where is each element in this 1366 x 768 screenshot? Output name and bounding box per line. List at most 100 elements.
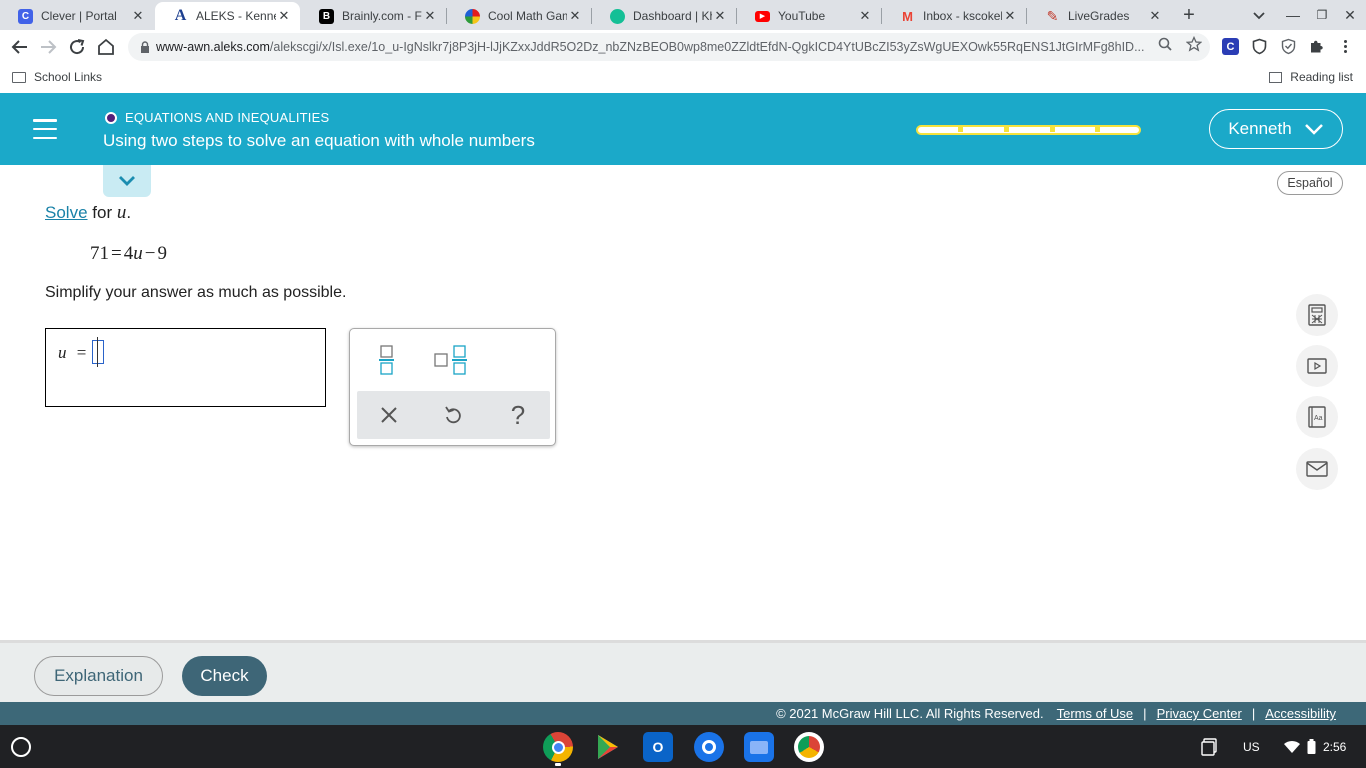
play-store-icon[interactable] xyxy=(593,732,623,762)
chrome-remote-icon[interactable] xyxy=(794,732,824,762)
tab-livegrades[interactable]: ✎ LiveGrades ✕ xyxy=(1027,2,1171,30)
bookmark-star-icon[interactable] xyxy=(1186,36,1202,52)
minimize-icon[interactable]: — xyxy=(1282,4,1304,26)
close-icon[interactable]: ✕ xyxy=(130,8,146,24)
close-icon[interactable]: ✕ xyxy=(1147,8,1163,24)
launcher-icon[interactable] xyxy=(11,737,31,757)
check-button[interactable]: Check xyxy=(182,656,267,696)
phone-hub-icon[interactable] xyxy=(1201,725,1219,768)
mixed-number-key[interactable] xyxy=(434,344,470,376)
mail-button[interactable] xyxy=(1296,448,1338,490)
answer-label: u = xyxy=(58,343,86,363)
home-icon[interactable] xyxy=(94,35,118,59)
bookmark-folder-school-links[interactable]: School Links xyxy=(12,70,102,84)
camera-icon[interactable] xyxy=(694,732,724,762)
forward-icon[interactable] xyxy=(36,35,60,59)
instruction-text: Simplify your answer as much as possible… xyxy=(45,284,347,301)
tab-aleks[interactable]: A ALEKS - Kenneth ✕ xyxy=(155,2,300,30)
prompt-variable: u xyxy=(116,202,127,223)
wifi-icon[interactable] xyxy=(1283,725,1301,768)
zoom-icon[interactable] xyxy=(1157,36,1173,52)
solve-link[interactable]: Solve xyxy=(45,203,88,222)
accessibility-link[interactable]: Accessibility xyxy=(1265,706,1336,721)
answer-variable: u xyxy=(58,343,67,362)
chrome-icon[interactable] xyxy=(543,732,573,762)
privacy-center-link[interactable]: Privacy Center xyxy=(1157,706,1242,721)
shield-outline-extension-icon[interactable] xyxy=(1280,38,1297,55)
clever-extension-icon[interactable]: C xyxy=(1222,38,1239,55)
tab-title: Brainly.com - For xyxy=(342,9,422,23)
close-icon[interactable]: ✕ xyxy=(567,8,583,24)
tab-title: Cool Math Games xyxy=(488,9,567,23)
tab-title: LiveGrades xyxy=(1068,9,1130,23)
clear-button[interactable] xyxy=(357,391,421,439)
calculator-button[interactable] xyxy=(1296,294,1338,336)
tab-youtube[interactable]: ▶ YouTube ✕ xyxy=(737,2,881,30)
terms-of-use-link[interactable]: Terms of Use xyxy=(1057,706,1134,721)
video-button[interactable] xyxy=(1296,345,1338,387)
close-icon[interactable]: ✕ xyxy=(712,8,728,24)
espanol-button[interactable]: Español xyxy=(1277,171,1343,195)
undo-icon xyxy=(445,406,461,424)
dictionary-icon: Aa xyxy=(1308,406,1326,428)
back-icon[interactable] xyxy=(8,35,32,59)
tab-khan[interactable]: Dashboard | Khan ✕ xyxy=(592,2,736,30)
reload-icon[interactable] xyxy=(65,35,89,59)
equation-equals: = xyxy=(111,243,122,264)
window-close-icon[interactable]: ✕ xyxy=(1339,4,1361,26)
collapse-header-button[interactable] xyxy=(103,165,151,197)
topic-text: EQUATIONS AND INEQUALITIES xyxy=(125,110,330,125)
mail-icon xyxy=(1306,461,1328,477)
more-menu-icon[interactable] xyxy=(1337,38,1354,55)
close-icon[interactable]: ✕ xyxy=(857,8,873,24)
explanation-button[interactable]: Explanation xyxy=(34,656,163,696)
shield-extension-icon[interactable] xyxy=(1251,38,1268,55)
reading-list-button[interactable]: Reading list xyxy=(1269,70,1353,84)
chevron-down-icon xyxy=(119,176,135,186)
text-cursor xyxy=(97,337,98,367)
tab-title: ALEKS - Kenneth xyxy=(196,9,276,23)
fraction-key[interactable] xyxy=(375,344,399,376)
clock[interactable]: 2:56 xyxy=(1323,725,1346,768)
menu-icon[interactable] xyxy=(33,119,57,139)
progress-tick xyxy=(958,127,963,132)
close-icon[interactable]: ✕ xyxy=(422,8,438,24)
tab-coolmath[interactable]: Cool Math Games ✕ xyxy=(447,2,591,30)
undo-button[interactable] xyxy=(421,391,485,439)
equation-constant: 9 xyxy=(157,243,167,264)
tab-gmail[interactable]: M Inbox - kscokel1@ ✕ xyxy=(882,2,1026,30)
files-icon[interactable] xyxy=(744,732,774,762)
progress-tick xyxy=(1050,127,1055,132)
equation-coefficient: 4 xyxy=(123,243,134,264)
url-path: /alekscgi/x/Isl.exe/1o_u-IgNslkr7j8P3jH-… xyxy=(269,40,1145,54)
outlook-icon[interactable]: O xyxy=(643,732,673,762)
tab-brainly[interactable]: B Brainly.com - For ✕ xyxy=(301,2,446,30)
new-tab-icon[interactable]: + xyxy=(1178,4,1200,26)
bookmarks-bar: School Links Reading list xyxy=(0,64,1366,93)
ime-indicator[interactable]: US xyxy=(1243,725,1260,768)
separator: | xyxy=(1143,706,1147,721)
address-bar[interactable]: www-awn.aleks.com/alekscgi/x/Isl.exe/1o_… xyxy=(128,33,1210,61)
answer-input[interactable] xyxy=(92,340,104,364)
equation: 71 = 4u −9 xyxy=(90,243,167,265)
dictionary-button[interactable]: Aa xyxy=(1296,396,1338,438)
gmail-icon: M xyxy=(902,8,913,24)
problem-prompt: Solve for u. xyxy=(45,202,131,224)
battery-icon[interactable] xyxy=(1307,725,1316,768)
puzzle-extensions-icon[interactable] xyxy=(1308,38,1325,55)
tab-search-icon[interactable] xyxy=(1249,5,1269,25)
help-button[interactable]: ? xyxy=(486,391,550,439)
close-icon[interactable]: ✕ xyxy=(1002,8,1018,24)
user-menu-button[interactable]: Kenneth xyxy=(1209,109,1343,149)
tab-title: Inbox - kscokel1@ xyxy=(923,9,1002,23)
answer-box[interactable]: u = xyxy=(45,328,326,407)
aleks-icon: A xyxy=(174,7,187,24)
clear-icon xyxy=(381,407,397,423)
livegrades-icon: ✎ xyxy=(1046,7,1059,24)
tab-clever[interactable]: C Clever | Portal ✕ xyxy=(0,2,154,30)
lesson-title: Using two steps to solve an equation wit… xyxy=(103,131,535,150)
close-icon[interactable]: ✕ xyxy=(276,8,292,24)
tab-title: YouTube xyxy=(778,9,826,23)
progress-tick xyxy=(1095,127,1100,132)
restore-icon[interactable]: ❐ xyxy=(1311,4,1333,26)
